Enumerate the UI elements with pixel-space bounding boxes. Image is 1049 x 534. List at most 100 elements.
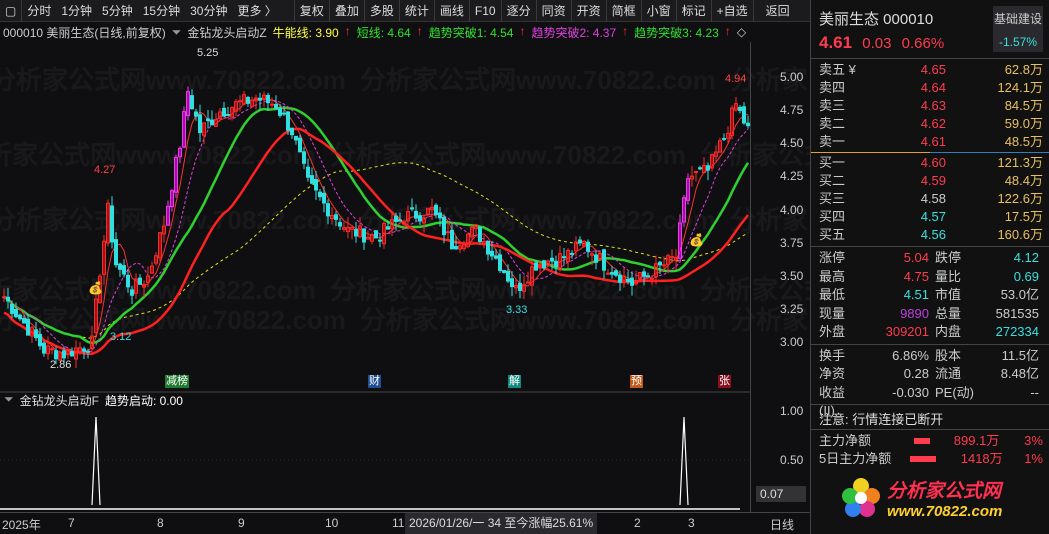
signal-spike xyxy=(679,416,689,506)
level-volume: 62.8万 xyxy=(1004,62,1043,77)
candle-body xyxy=(210,119,214,126)
candle-body xyxy=(50,348,54,351)
candle-body xyxy=(586,241,590,252)
candle-body xyxy=(630,277,634,286)
flow-bar xyxy=(910,456,937,462)
level-volume: 48.5万 xyxy=(1004,134,1043,149)
price-annotation: 4.27 xyxy=(94,164,115,176)
indicator-line-value: 牛能线: 3.90 xyxy=(272,25,339,40)
level-volume: 84.5万 xyxy=(1004,98,1043,113)
indicator-info-line: 000010 美丽生态(日线,前复权) ⏷ 金钻龙头启动Z 牛能线: 3.90 ↑… xyxy=(0,22,810,42)
sub-dropdown-icon[interactable]: ⏷ xyxy=(4,392,14,409)
multi-stock-button[interactable]: 多股 xyxy=(363,0,399,22)
flow-pct: 1% xyxy=(1024,451,1043,466)
bid-row[interactable]: 买二 4.59 48.4万 xyxy=(811,172,1049,190)
level-volume: 121.3万 xyxy=(997,155,1043,170)
restore-right-button[interactable]: 复权 xyxy=(293,0,329,22)
ask-row[interactable]: 卖四 4.64 124.1万 xyxy=(811,79,1049,97)
price-annotation: 3.12 xyxy=(110,331,131,343)
indicator-name[interactable]: 金钻龙头启动Z xyxy=(187,24,266,41)
flow-label: 5日主力净额 xyxy=(819,451,892,466)
event-marker[interactable]: 减榜 xyxy=(165,375,189,388)
by-minute-button[interactable]: 逐分 xyxy=(500,0,536,22)
candle-body xyxy=(606,272,610,275)
sub-indicator-name[interactable]: 金钻龙头启动F xyxy=(20,392,99,409)
f10-button[interactable]: F10 xyxy=(468,0,501,22)
stat-value: 0.69 xyxy=(1013,268,1039,284)
candle-body xyxy=(394,215,398,222)
candle-body xyxy=(258,97,262,101)
tab-30min[interactable]: 30分钟 xyxy=(185,0,232,22)
small-window-button[interactable]: 小窗 xyxy=(640,0,676,22)
last-price: 4.61 xyxy=(819,33,853,52)
date-axis: 2025年 7 8 9 10 11 2026/01/26/一 34 至今涨幅25… xyxy=(0,512,810,534)
open-capital-button[interactable]: 开资 xyxy=(570,0,606,22)
candle-body xyxy=(450,229,454,250)
bid-row[interactable]: 买三 4.58 122.6万 xyxy=(811,190,1049,208)
back-button[interactable]: 返回 xyxy=(752,0,802,22)
stat-value: 6.86% xyxy=(892,347,929,363)
tab-5min[interactable]: 5分钟 xyxy=(97,0,138,22)
candle-body xyxy=(6,296,10,302)
period-label[interactable]: 日线 xyxy=(770,516,794,533)
diamond-icon[interactable]: ◇ xyxy=(737,25,746,39)
level-volume: 124.1万 xyxy=(997,80,1043,95)
mark-button[interactable]: 标记 xyxy=(675,0,711,22)
stat-value: -- xyxy=(1030,384,1039,400)
tab-fenshi[interactable]: 分时 xyxy=(21,0,56,22)
indicator-dropdown-icon[interactable]: ⏷ xyxy=(172,25,182,40)
event-marker[interactable]: 财 xyxy=(368,375,381,388)
date-label: 7 xyxy=(68,516,75,530)
tab-1min[interactable]: 1分钟 xyxy=(56,0,97,22)
tab-more[interactable]: 更多 〉 xyxy=(232,0,281,22)
same-capital-button[interactable]: 同资 xyxy=(535,0,571,22)
flow-pct: 3% xyxy=(1024,433,1043,448)
candle-body xyxy=(110,205,114,243)
add-watchlist-button[interactable]: +自选 xyxy=(710,0,753,22)
ask-row[interactable]: 卖二 4.62 59.0万 xyxy=(811,115,1049,133)
ask-row[interactable]: 卖三 4.63 84.5万 xyxy=(811,97,1049,115)
simple-frame-button[interactable]: 简框 xyxy=(605,0,641,22)
level-price: 4.59 xyxy=(920,173,946,188)
ask-row[interactable]: 卖一 4.61 48.5万 xyxy=(811,133,1049,151)
date-label: 9 xyxy=(238,516,245,530)
layout-icon[interactable]: ▢ xyxy=(0,0,21,22)
capital-flow-row: 主力净额 899.1万 3% xyxy=(811,432,1049,450)
capital-flow-row: 5日主力净额 1418万 1% xyxy=(811,450,1049,468)
stats-button[interactable]: 统计 xyxy=(398,0,434,22)
candle-body xyxy=(542,260,546,269)
candle-body xyxy=(610,272,614,275)
ask-row[interactable]: 卖五 ¥ 4.65 62.8万 xyxy=(811,61,1049,79)
draw-line-button[interactable]: 画线 xyxy=(433,0,469,22)
price-axis-tick: 3.50 xyxy=(780,268,804,283)
date-label: 2025年 xyxy=(2,518,41,532)
candle-body xyxy=(658,261,662,266)
sub-indicator-header: ⏷ 金钻龙头启动F 趋势启动: 0.00 xyxy=(4,392,183,409)
kline-chart[interactable]: 5.25 4.27 2.86 3.12 3.33 4.94 💰 💰 xyxy=(0,42,810,512)
level-label: 卖四 xyxy=(819,80,846,95)
stat-value: 4.75 xyxy=(903,268,929,284)
candle-body xyxy=(670,256,674,259)
event-marker[interactable]: 张 xyxy=(718,375,731,388)
overlay-button[interactable]: 叠加 xyxy=(328,0,364,22)
stat-value: 5.04 xyxy=(903,250,929,265)
bid-row[interactable]: 买四 4.57 17.5万 xyxy=(811,208,1049,226)
logo-text: 分析家公式网 xyxy=(887,481,1002,502)
price-axis-tick: 3.75 xyxy=(780,235,804,250)
tab-15min[interactable]: 15分钟 xyxy=(138,0,185,22)
candle-body xyxy=(534,262,538,271)
candle-body xyxy=(278,107,282,116)
bid-row[interactable]: 买一 4.60 121.3万 xyxy=(811,154,1049,172)
cursor-date-readout: 2026/01/26/一 34 至今涨幅25.61% xyxy=(405,513,598,534)
sub-current-value: 0.07 xyxy=(756,486,806,502)
event-marker[interactable]: 解 xyxy=(508,375,521,388)
level-label: 买三 xyxy=(819,191,846,206)
level-price: 4.57 xyxy=(920,209,946,224)
logo-url: www.70822.com xyxy=(887,503,1003,520)
stat-label: 流通 xyxy=(935,366,962,381)
event-marker[interactable]: 预 xyxy=(630,375,643,388)
level-price: 4.56 xyxy=(920,227,946,242)
candle-body xyxy=(642,271,646,277)
bid-row[interactable]: 买五 4.56 160.6万 xyxy=(811,226,1049,244)
sector-box[interactable]: 基础建设 -1.57% xyxy=(993,6,1043,52)
